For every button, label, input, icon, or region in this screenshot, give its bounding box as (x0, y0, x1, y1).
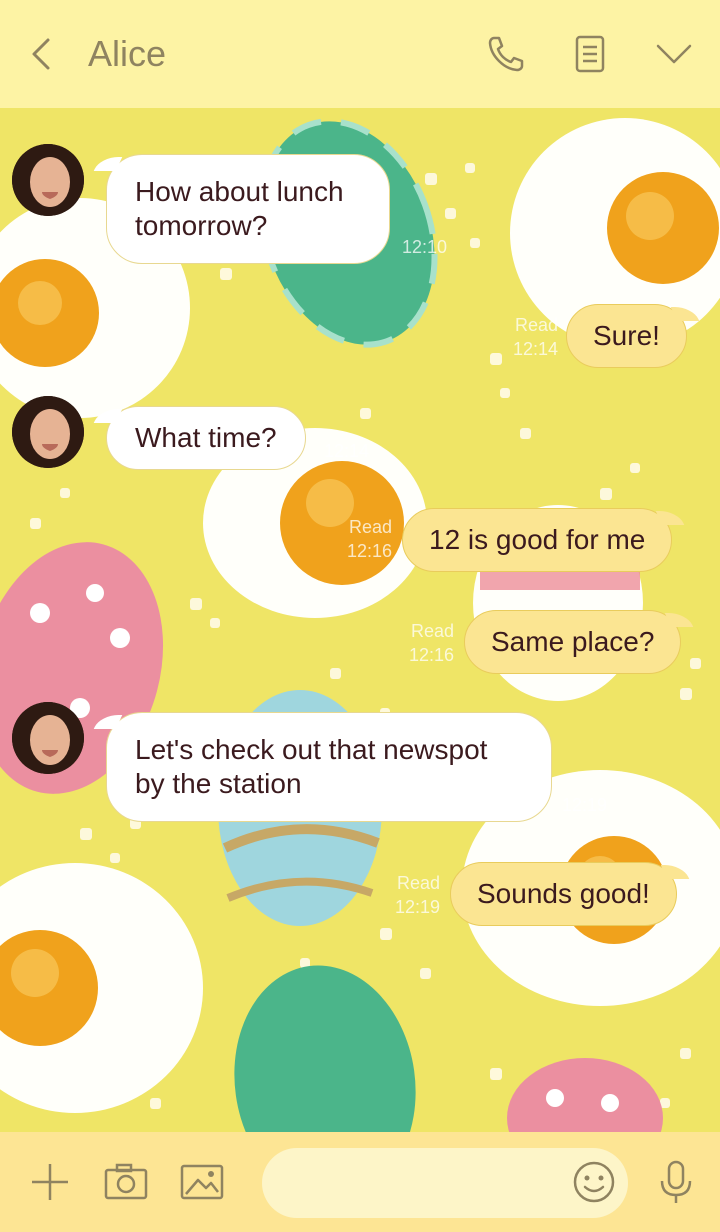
chat-title: Alice (88, 33, 167, 74)
message-bubble-outgoing[interactable]: 12 is good for me (402, 508, 673, 572)
message-time: 12:19 (562, 795, 608, 815)
message-bubble-incoming[interactable]: How about lunch tomorrow? (106, 154, 390, 264)
contact-avatar[interactable] (12, 144, 84, 216)
avatar-photo (12, 396, 84, 468)
message-status: Read (514, 315, 558, 335)
notes-icon[interactable] (566, 30, 614, 78)
message-time: 12:19 (394, 897, 440, 917)
message-time: 12:14 (324, 441, 370, 461)
image-icon[interactable] (178, 1158, 226, 1206)
contact-avatar[interactable] (12, 396, 84, 468)
plus-icon[interactable] (26, 1158, 74, 1206)
message-status: Read (396, 873, 440, 893)
message-bubble-outgoing[interactable]: Same place? (464, 610, 682, 674)
microphone-icon[interactable] (652, 1158, 700, 1206)
chat-area[interactable]: How about lunch tomorrow? 12:10 Read 12:… (0, 108, 720, 1132)
avatar-photo (12, 702, 84, 774)
smiley-icon[interactable] (570, 1158, 618, 1206)
message-status: Read (348, 517, 392, 537)
message-bubble-incoming[interactable]: Let's check out that newspot by the stat… (106, 712, 552, 822)
message-bubble-outgoing[interactable]: Sounds good! (450, 862, 677, 926)
message-time: 12:14 (512, 339, 558, 359)
avatar-photo (12, 144, 84, 216)
chat-header: Alice (0, 0, 720, 108)
back-chevron-icon[interactable] (22, 34, 62, 74)
chevron-down-icon[interactable] (650, 30, 698, 78)
message-time: 12:16 (408, 645, 454, 665)
message-time: 12:16 (346, 541, 392, 561)
message-status: Read (410, 621, 454, 641)
message-bubble-outgoing[interactable]: Sure! (566, 304, 687, 368)
phone-icon[interactable] (482, 30, 530, 78)
message-bubble-incoming[interactable]: What time? (106, 406, 306, 470)
message-time: 12:10 (402, 237, 448, 257)
contact-avatar[interactable] (12, 702, 84, 774)
camera-icon[interactable] (102, 1158, 150, 1206)
